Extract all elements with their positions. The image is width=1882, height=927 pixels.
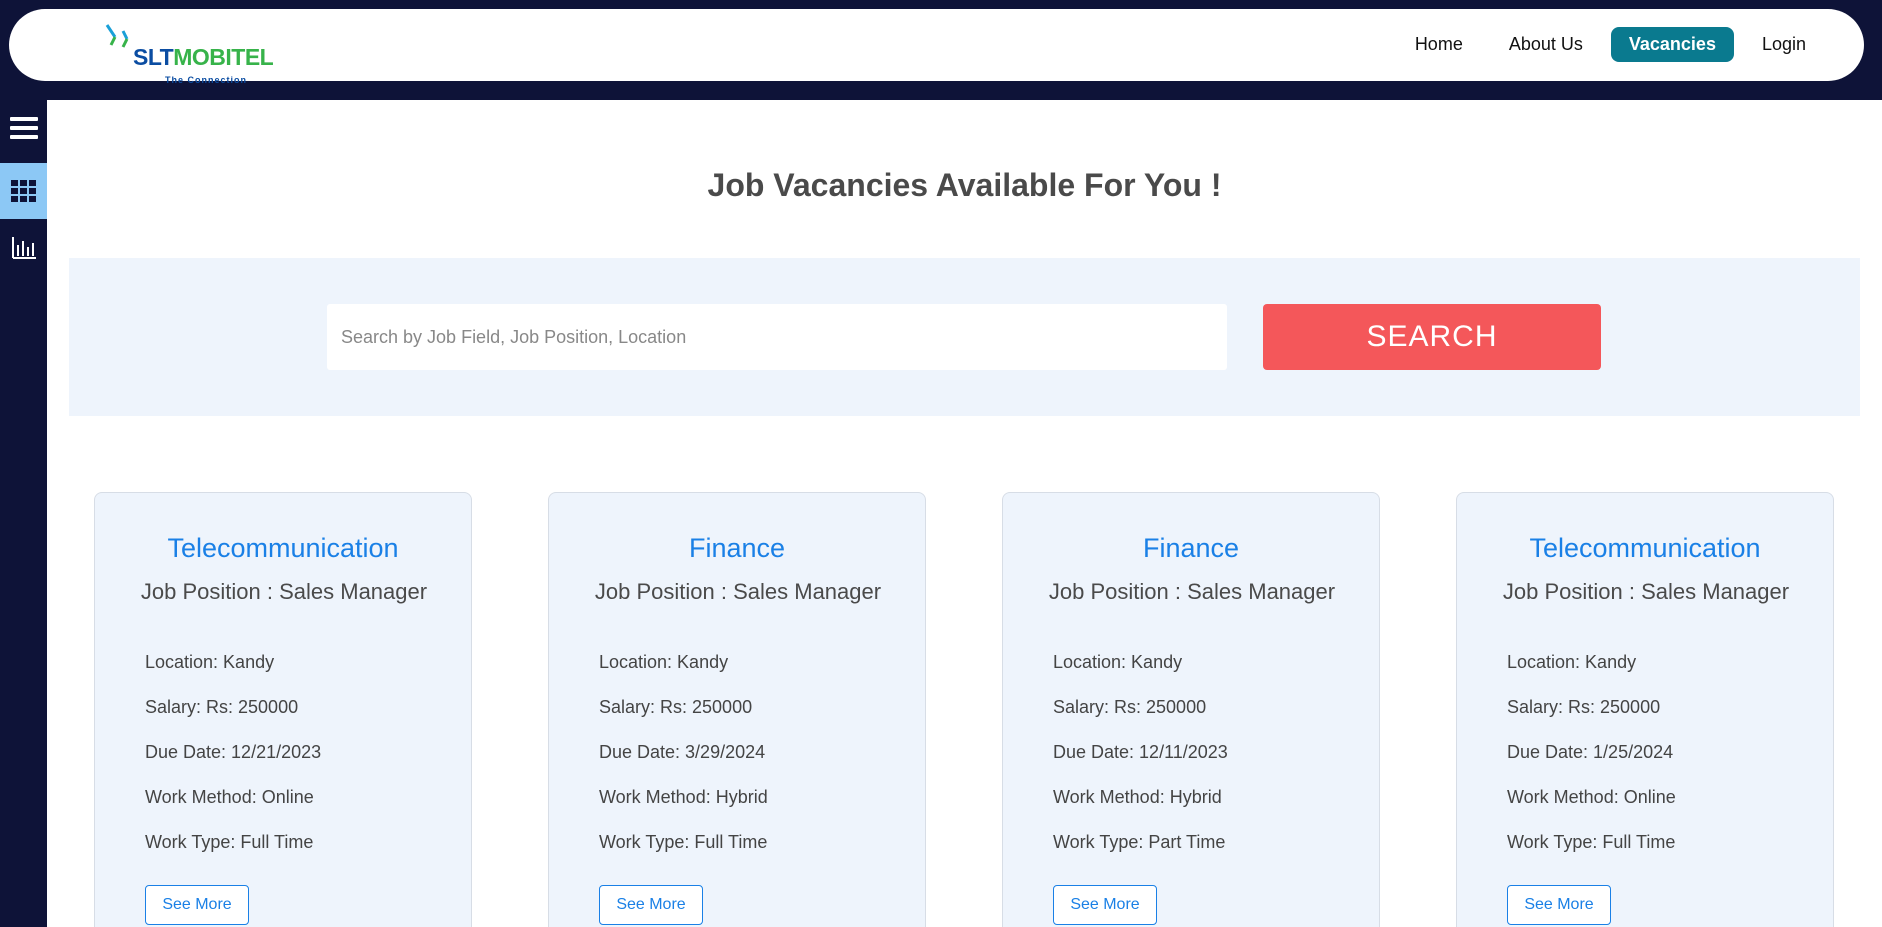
job-salary: Salary: Rs: 250000 (1053, 697, 1207, 717)
job-position: Job Position : Sales Manager (140, 579, 428, 604)
search-panel: SEARCH (69, 258, 1860, 416)
nav-home-link[interactable]: Home (1397, 27, 1481, 62)
job-due-date: Due Date: 12/11/2023 (1053, 742, 1228, 762)
job-position: Job Position : Sales Manager (1048, 579, 1336, 604)
left-sidebar (0, 100, 47, 927)
main-content: Job Vacancies Available For You ! SEARCH… (47, 100, 1882, 927)
job-salary: Salary: Rs: 250000 (145, 697, 299, 717)
see-more-button[interactable]: See More (145, 885, 249, 925)
job-card: Finance Job Position : Sales Manager Loc… (548, 492, 926, 927)
job-search-input[interactable] (327, 304, 1227, 370)
job-field-title: Finance (688, 533, 786, 563)
job-work-type: Work Type: Part Time (1053, 832, 1226, 852)
job-location: Location: Kandy (145, 652, 275, 672)
job-work-method: Work Method: Hybrid (599, 787, 768, 807)
job-location: Location: Kandy (1507, 652, 1637, 672)
top-navbar: SLTMOBITEL The Connection Home About Us … (9, 9, 1864, 85)
job-due-date: Due Date: 1/25/2024 (1507, 742, 1674, 762)
job-due-date: Due Date: 12/21/2023 (145, 742, 322, 762)
hamburger-menu-icon (9, 117, 38, 139)
job-card: Finance Job Position : Sales Manager Loc… (1002, 492, 1380, 927)
grid-icon (10, 180, 36, 202)
search-button[interactable]: SEARCH (1263, 304, 1601, 370)
page-title: Job Vacancies Available For You ! (707, 167, 1222, 203)
sidebar-item-dashboard[interactable] (0, 163, 47, 219)
job-work-method: Work Method: Hybrid (1053, 787, 1222, 807)
sidebar-item-analytics[interactable] (0, 220, 47, 276)
job-location: Location: Kandy (599, 652, 729, 672)
job-position: Job Position : Sales Manager (594, 579, 882, 604)
nav-about-us-link[interactable]: About Us (1491, 27, 1601, 62)
job-card: Telecommunication Job Position : Sales M… (1456, 492, 1834, 927)
main-nav: Home About Us Vacancies Login (1397, 27, 1824, 62)
sidebar-menu-toggle[interactable] (0, 100, 47, 156)
job-field-title: Finance (1142, 533, 1240, 563)
nav-login-link[interactable]: Login (1744, 27, 1824, 62)
job-work-type: Work Type: Full Time (145, 832, 314, 852)
job-work-method: Work Method: Online (145, 787, 314, 807)
job-position: Job Position : Sales Manager (1502, 579, 1790, 604)
job-field-title: Telecommunication (1529, 533, 1761, 563)
job-location: Location: Kandy (1053, 652, 1183, 672)
nav-vacancies-link[interactable]: Vacancies (1610, 27, 1734, 62)
job-salary: Salary: Rs: 250000 (599, 697, 753, 717)
bar-chart-icon (11, 237, 36, 259)
logo-brand-text: SLTMOBITEL (133, 44, 274, 70)
sltmobitel-logo[interactable]: SLTMOBITEL The Connection (97, 17, 287, 85)
see-more-button[interactable]: See More (1053, 885, 1157, 925)
job-field-title: Telecommunication (167, 533, 399, 563)
job-card: Telecommunication Job Position : Sales M… (94, 492, 472, 927)
job-work-type: Work Type: Full Time (1507, 832, 1676, 852)
logo-tagline: The Connection (165, 75, 247, 85)
see-more-button[interactable]: See More (1507, 885, 1611, 925)
job-card-list: Telecommunication Job Position : Sales M… (94, 492, 1882, 927)
job-work-type: Work Type: Full Time (599, 832, 768, 852)
job-salary: Salary: Rs: 250000 (1507, 697, 1661, 717)
see-more-button[interactable]: See More (599, 885, 703, 925)
job-due-date: Due Date: 3/29/2024 (599, 742, 766, 762)
job-work-method: Work Method: Online (1507, 787, 1676, 807)
